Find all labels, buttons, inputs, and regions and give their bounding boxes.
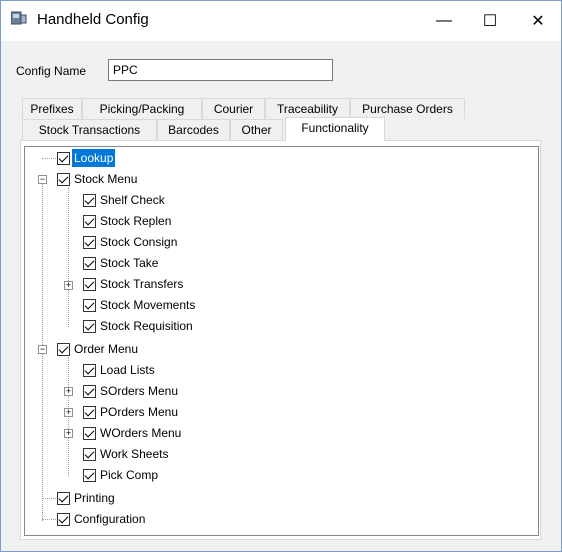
checkbox[interactable]: [57, 491, 70, 505]
tree-item-shelf-check[interactable]: Shelf Check: [83, 190, 167, 210]
tree-item-stock-menu[interactable]: Stock Menu: [57, 169, 139, 189]
tab-traceability[interactable]: Traceability: [265, 98, 350, 119]
checkbox[interactable]: [83, 319, 96, 333]
tab-purchase-orders[interactable]: Purchase Orders: [350, 98, 465, 119]
tree-item-stock-consign[interactable]: Stock Consign: [83, 232, 179, 252]
tree-item-label: Lookup: [72, 149, 116, 167]
tree-item-label: Work Sheets: [100, 447, 169, 461]
tree-item-worders-menu[interactable]: WOrders Menu: [83, 423, 183, 443]
tree-line: [42, 519, 58, 520]
tree-item-label: Stock Movements: [100, 298, 196, 312]
tab-stock-transactions[interactable]: Stock Transactions: [22, 119, 157, 140]
tree-item-label: Load Lists: [100, 363, 155, 377]
tree-line: [42, 498, 58, 499]
tree-item-label: Pick Comp: [100, 468, 159, 482]
checkbox[interactable]: [57, 151, 70, 165]
tree-item-label: Stock Take: [100, 256, 159, 270]
window-title: Handheld Config: [37, 11, 149, 28]
tree-item-label: Printing: [74, 491, 115, 505]
tree-item-work-sheets[interactable]: Work Sheets: [83, 444, 170, 464]
checkbox[interactable]: [83, 214, 96, 228]
tree-item-sorders-menu[interactable]: SOrders Menu: [83, 381, 180, 401]
config-name-label: Config Name: [16, 64, 87, 78]
minimize-button[interactable]: —: [421, 1, 467, 41]
tree-item-stock-movements[interactable]: Stock Movements: [83, 295, 197, 315]
tab-barcodes[interactable]: Barcodes: [157, 119, 230, 140]
tab-picking-packing[interactable]: Picking/Packing: [82, 98, 202, 119]
checkbox[interactable]: [83, 256, 96, 270]
checkbox[interactable]: [57, 512, 70, 526]
checkbox[interactable]: [83, 193, 96, 207]
title-bar[interactable]: Handheld Config — ☐ ✕: [1, 1, 561, 41]
tree-item-stock-replen[interactable]: Stock Replen: [83, 211, 173, 231]
checkbox[interactable]: [57, 172, 70, 186]
tree-line: [68, 357, 69, 477]
tree-item-label: Shelf Check: [100, 193, 165, 207]
tree-item-configuration[interactable]: Configuration: [57, 509, 147, 529]
expand-icon[interactable]: +: [64, 408, 73, 417]
tree-item-lookup[interactable]: Lookup: [57, 148, 116, 168]
checkbox[interactable]: [83, 235, 96, 249]
tree-item-label: Stock Consign: [100, 235, 178, 249]
checkbox[interactable]: [83, 426, 96, 440]
tab-prefixes[interactable]: Prefixes: [22, 98, 82, 119]
expand-icon[interactable]: +: [64, 281, 73, 290]
tree-item-porders-menu[interactable]: POrders Menu: [83, 402, 180, 422]
tree-item-stock-requisition[interactable]: Stock Requisition: [83, 316, 195, 336]
checkbox[interactable]: [83, 298, 96, 312]
tree-item-label: Stock Transfers: [100, 277, 184, 291]
collapse-icon[interactable]: −: [38, 175, 47, 184]
tree-item-label: Stock Menu: [74, 172, 138, 186]
close-button[interactable]: ✕: [515, 1, 561, 41]
tree-item-label: Configuration: [74, 512, 146, 526]
tree-item-order-menu[interactable]: Order Menu: [57, 339, 140, 359]
checkbox[interactable]: [83, 447, 96, 461]
tree-item-label: WOrders Menu: [100, 426, 182, 440]
tab-other[interactable]: Other: [230, 119, 283, 140]
checkbox[interactable]: [83, 468, 96, 482]
tree-item-pick-comp[interactable]: Pick Comp: [83, 465, 160, 485]
tree-line: [42, 158, 58, 159]
checkbox[interactable]: [83, 363, 96, 377]
app-icon: [11, 11, 27, 25]
checkbox[interactable]: [57, 342, 70, 356]
tree-item-label: Order Menu: [74, 342, 139, 356]
checkbox[interactable]: [83, 405, 96, 419]
tree-item-label: Stock Replen: [100, 214, 172, 228]
tab-courier[interactable]: Courier: [202, 98, 265, 119]
tree-item-stock-take[interactable]: Stock Take: [83, 253, 160, 273]
tree-item-stock-transfers[interactable]: Stock Transfers: [83, 274, 185, 294]
expand-icon[interactable]: +: [64, 387, 73, 396]
config-name-input[interactable]: [108, 59, 333, 81]
checkbox[interactable]: [83, 277, 96, 291]
expand-icon[interactable]: +: [64, 429, 73, 438]
tree-line: [68, 187, 69, 327]
checkbox[interactable]: [83, 384, 96, 398]
collapse-icon[interactable]: −: [38, 345, 47, 354]
tree-item-label: POrders Menu: [100, 405, 179, 419]
tree-item-label: SOrders Menu: [100, 384, 179, 398]
maximize-button[interactable]: ☐: [467, 1, 513, 41]
tree-item-printing[interactable]: Printing: [57, 488, 117, 508]
tab-functionality[interactable]: Functionality: [285, 117, 385, 141]
tree-item-load-lists[interactable]: Load Lists: [83, 360, 157, 380]
tree-item-label: Stock Requisition: [100, 319, 193, 333]
functionality-tree[interactable]: − − + + + + Lookup Stock Menu Shelf Chec…: [24, 146, 539, 536]
